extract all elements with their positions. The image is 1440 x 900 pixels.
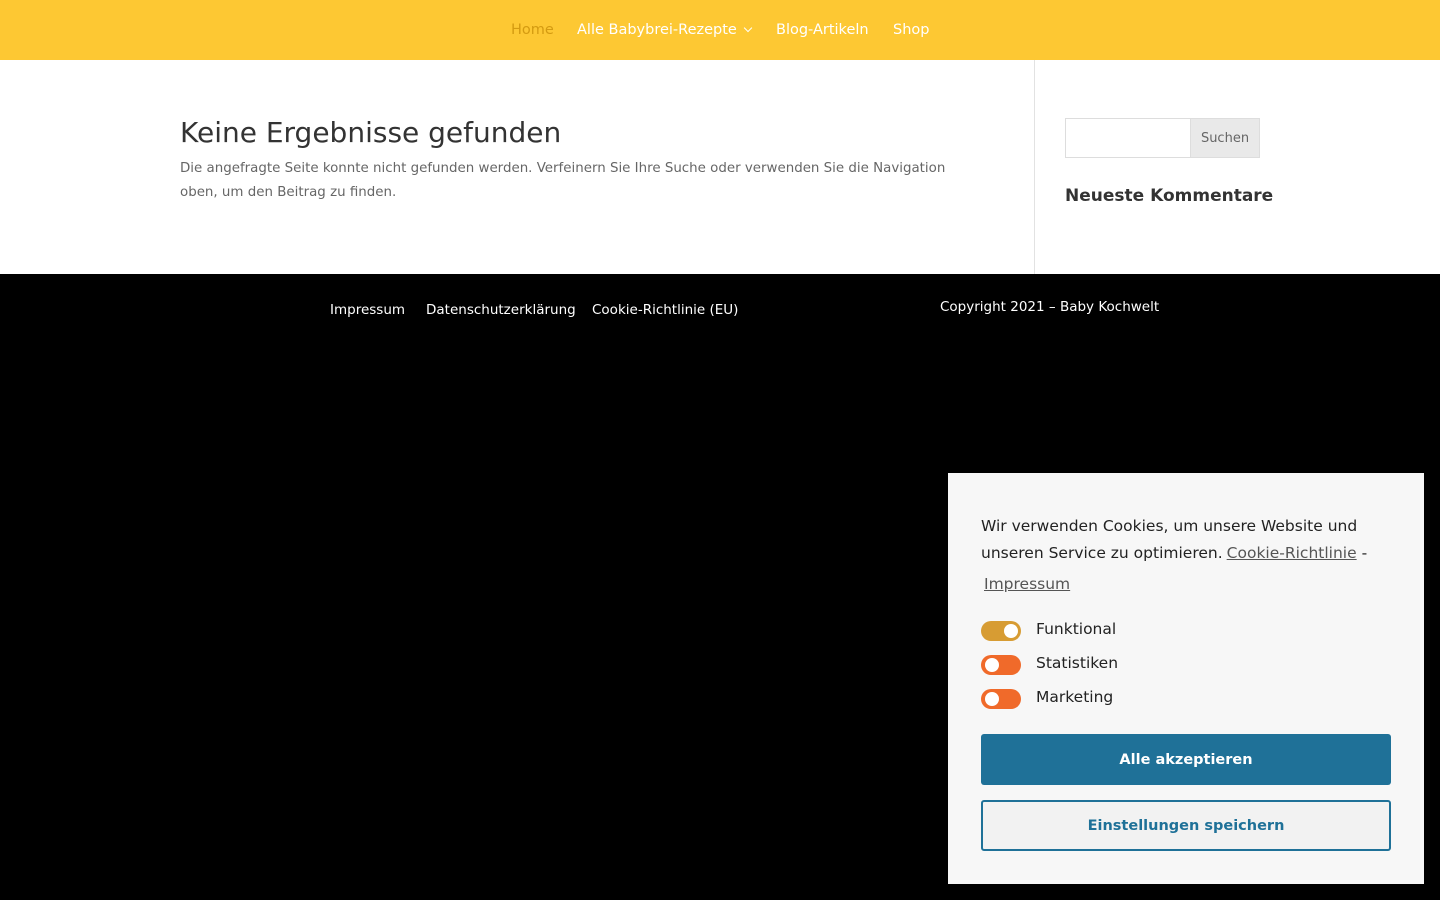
toggle-label-marketing: Marketing	[1036, 688, 1114, 706]
nav-item-blog[interactable]: Blog-Artikeln	[776, 22, 869, 38]
toggle-funktional[interactable]	[981, 621, 1021, 641]
search-form: Suchen	[1065, 118, 1260, 158]
toggle-knob	[985, 658, 999, 672]
toggle-marketing[interactable]	[981, 689, 1021, 709]
not-found-description: Die angefragte Seite konnte nicht gefund…	[180, 161, 946, 200]
main-content: Keine Ergebnisse gefunden Die angefragte…	[0, 60, 1440, 274]
toggle-knob	[1004, 624, 1018, 638]
nav-item-home[interactable]: Home	[511, 22, 554, 38]
nav-item-rezepte-label: Alle Babybrei-Rezepte	[577, 22, 737, 38]
copyright-text: Copyright 2021 – Baby Kochwelt	[940, 299, 1160, 315]
site-header: Home Alle Babybrei-Rezepte Blog-Artikeln…	[0, 0, 1440, 60]
toggle-label-funktional: Funktional	[1036, 620, 1117, 638]
chevron-down-icon	[743, 23, 753, 33]
save-settings-button[interactable]: Einstellungen speichern	[981, 800, 1391, 851]
main-nav: Home Alle Babybrei-Rezepte Blog-Artikeln…	[0, 22, 1440, 42]
cookie-policy-link[interactable]: Cookie-Richtlinie	[1227, 544, 1357, 562]
accept-all-button[interactable]: Alle akzeptieren	[981, 734, 1391, 785]
toggle-statistiken[interactable]	[981, 655, 1021, 675]
cookie-impressum-link[interactable]: Impressum	[984, 575, 1070, 593]
cookie-message: Wir verwenden Cookies, um unsere Website…	[981, 513, 1401, 567]
search-button[interactable]: Suchen	[1190, 118, 1260, 158]
search-input[interactable]	[1065, 118, 1191, 158]
toggle-label-statistiken: Statistiken	[1036, 654, 1119, 672]
toggle-knob	[985, 692, 999, 706]
sidebar-divider	[1034, 60, 1035, 274]
nav-item-rezepte[interactable]: Alle Babybrei-Rezepte	[577, 22, 753, 38]
nav-item-shop[interactable]: Shop	[893, 22, 929, 38]
footer-link-impressum[interactable]: Impressum	[330, 302, 405, 318]
page-title: Keine Ergebnisse gefunden	[180, 116, 562, 149]
recent-comments-title: Neueste Kommentare	[1065, 186, 1274, 206]
link-separator: -	[1361, 544, 1368, 562]
footer-link-cookie-richtlinie[interactable]: Cookie-Richtlinie (EU)	[592, 302, 738, 318]
cookie-consent-banner: Wir verwenden Cookies, um unsere Website…	[948, 473, 1424, 884]
footer-link-datenschutz[interactable]: Datenschutzerklärung	[426, 302, 576, 318]
